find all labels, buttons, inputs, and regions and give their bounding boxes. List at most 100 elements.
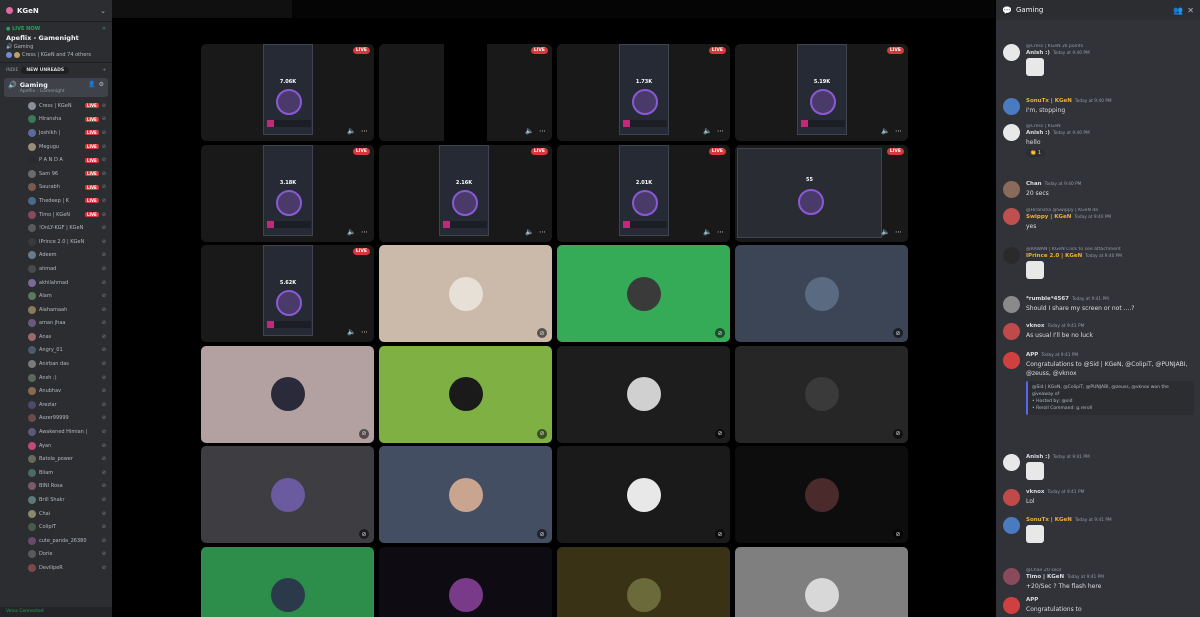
voice-user-row[interactable]: Angry_01 ⊘: [0, 344, 112, 358]
voice-user-row[interactable]: Alam ⊘: [0, 289, 112, 303]
more-options-icon[interactable]: ⋯: [361, 127, 368, 135]
camera-tile[interactable]: ⊘: [379, 546, 552, 617]
voice-user-row[interactable]: Aszer99999 ⊘: [0, 412, 112, 426]
camera-tile[interactable]: ⊘: [735, 446, 908, 543]
more-options-icon[interactable]: ⋯: [895, 127, 902, 135]
voice-user-row[interactable]: !OnLY-KGF | KGeN ⊘: [0, 221, 112, 235]
stream-tile[interactable]: 2.01K LIVE 🔈 ⋯: [557, 144, 730, 242]
voice-user-row[interactable]: Ayan ⊘: [0, 439, 112, 453]
camera-tile[interactable]: ⊘: [379, 446, 552, 543]
message-image[interactable]: [1026, 58, 1044, 76]
voice-user-row[interactable]: Cress | KGeN LIVE ⊘: [0, 99, 112, 113]
chat-message[interactable]: APP Today at 9:41 PM Congratulations to @S…: [996, 352, 1200, 415]
voice-user-row[interactable]: Chai ⊘: [0, 507, 112, 521]
gear-icon[interactable]: ⚙: [99, 81, 104, 88]
voice-user-row[interactable]: akhilahmad ⊘: [0, 276, 112, 290]
voice-user-row[interactable]: Ansh :) ⊘: [0, 371, 112, 385]
chat-message[interactable]: vknox Today at 9:41 PM Lol: [996, 489, 1200, 506]
reply-preview[interactable]: @Chan 20 secs: [1026, 568, 1196, 573]
stream-tile[interactable]: 55 LIVE 🔈 ⋯: [735, 144, 908, 242]
chat-message[interactable]: vknox Today at 9:41 PM As usual I'll be no…: [996, 323, 1200, 340]
volume-icon[interactable]: 🔈: [703, 228, 712, 236]
add-channel-icon[interactable]: +: [102, 68, 106, 73]
camera-tile[interactable]: ⊘: [735, 546, 908, 617]
volume-icon[interactable]: 🔈: [347, 127, 356, 135]
stream-tile[interactable]: 1.73K LIVE 🔈 ⋯: [557, 44, 730, 141]
more-options-icon[interactable]: ⋯: [895, 228, 902, 236]
voice-user-row[interactable]: P A N D A LIVE ⊘: [0, 153, 112, 167]
voice-user-row[interactable]: Brill Shakr ⊘: [0, 493, 112, 507]
more-options-icon[interactable]: ⋯: [717, 127, 724, 135]
reply-preview[interactable]: @Cress | KGeN 2k points: [1026, 44, 1196, 49]
volume-icon[interactable]: 🔈: [525, 228, 534, 236]
reply-preview[interactable]: @Cress | KGeN: [1026, 124, 1196, 129]
voice-user-row[interactable]: Anirban das ⊘: [0, 357, 112, 371]
voice-user-row[interactable]: Anubhav ⊘: [0, 384, 112, 398]
camera-tile[interactable]: ⊘: [379, 345, 552, 443]
volume-icon[interactable]: 🔈: [347, 328, 356, 336]
chat-message[interactable]: SonuTx | KGeN Today at 9:41 PM: [996, 517, 1200, 543]
camera-tile[interactable]: ⊘: [557, 546, 730, 617]
voice-user-row[interactable]: BINI Rosa ⊘: [0, 480, 112, 494]
camera-tile[interactable]: ⊘: [735, 245, 908, 342]
people-icon[interactable]: 👥: [1173, 6, 1183, 15]
camera-tile[interactable]: ⊘: [735, 345, 908, 443]
voice-user-row[interactable]: Saurabh LIVE ⊘: [0, 181, 112, 195]
chat-message[interactable]: Chan Today at 9:40 PM 20 secs: [996, 181, 1200, 198]
volume-icon[interactable]: 🔈: [881, 127, 890, 135]
camera-tile[interactable]: ⊘: [201, 446, 374, 543]
more-options-icon[interactable]: ⋯: [361, 228, 368, 236]
close-icon[interactable]: ✕: [1187, 6, 1194, 15]
voice-user-row[interactable]: aman jhaa ⊘: [0, 317, 112, 331]
chat-message[interactable]: APP Congratulations to: [996, 597, 1200, 614]
chat-message[interactable]: @Cress | KGeN Anish :) Today at 9:40 PM hel…: [996, 124, 1200, 157]
voice-user-row[interactable]: ColipiT ⊘: [0, 520, 112, 534]
chevron-down-icon[interactable]: ⌄: [100, 7, 106, 15]
voice-user-row[interactable]: Joshikh | LIVE ⊘: [0, 126, 112, 140]
voice-user-row[interactable]: Adeem ⊘: [0, 249, 112, 263]
voice-user-row[interactable]: Timo | KGeN LIVE ⊘: [0, 208, 112, 222]
voice-user-row[interactable]: Dorie ⊘: [0, 548, 112, 562]
voice-user-row[interactable]: Hiransha LIVE ⊘: [0, 113, 112, 127]
volume-icon[interactable]: 🔈: [525, 127, 534, 135]
camera-tile[interactable]: ⊘: [557, 446, 730, 543]
stream-tile[interactable]: LIVE 🔈 ⋯: [379, 44, 552, 141]
volume-icon[interactable]: 🔈: [881, 228, 890, 236]
voice-user-row[interactable]: IPrince 2.0 | KGeN ⊘: [0, 235, 112, 249]
voice-user-row[interactable]: Alahamaah ⊘: [0, 303, 112, 317]
chat-message[interactable]: Anish :) Today at 9:41 PM: [996, 454, 1200, 480]
voice-user-row[interactable]: Sam 96 LIVE ⊘: [0, 167, 112, 181]
more-options-icon[interactable]: ⋯: [539, 228, 546, 236]
stream-tile[interactable]: 5.62K LIVE 🔈 ⋯: [201, 245, 374, 342]
voice-user-row[interactable]: Thedeep | K LIVE ⊘: [0, 194, 112, 208]
reply-preview[interactable]: @Hiransha @Swippy | KGeN da: [1026, 208, 1196, 213]
voice-user-row[interactable]: Bilam ⊘: [0, 466, 112, 480]
message-image[interactable]: [1026, 462, 1044, 480]
camera-tile[interactable]: ⊘: [201, 345, 374, 443]
more-options-icon[interactable]: ⋯: [539, 127, 546, 135]
invite-icon[interactable]: 👤: [88, 81, 95, 88]
voice-user-row[interactable]: Arezlar ⊘: [0, 398, 112, 412]
stream-tile[interactable]: 7.06K LIVE 🔈 ⋯: [201, 44, 374, 141]
more-options-icon[interactable]: ⋯: [717, 228, 724, 236]
chat-message[interactable]: @Hiransha @Swippy | KGeN da Swippy | KGeN…: [996, 208, 1200, 231]
volume-icon[interactable]: 🔈: [703, 127, 712, 135]
camera-tile[interactable]: ⊘: [201, 546, 374, 617]
live-now-panel[interactable]: ● LIVE NOW ✕ Apeflix - Gamenight 🔊 Gamin…: [0, 22, 112, 63]
stream-tile[interactable]: 2.16K LIVE 🔈 ⋯: [379, 144, 552, 242]
more-options-icon[interactable]: ⋯: [361, 328, 368, 336]
message-image[interactable]: [1026, 525, 1044, 543]
server-header[interactable]: KGeN ⌄: [0, 0, 112, 22]
chat-message[interactable]: SonuTx | KGeN Today at 9:40 PM I'm, stoppi…: [996, 98, 1200, 115]
voice-channel-gaming[interactable]: 🔊 Gaming Apeflix - Gamenight 👤 ⚙: [4, 78, 108, 97]
voice-user-row[interactable]: Batola_power ⊘: [0, 452, 112, 466]
camera-tile[interactable]: ⊘: [557, 345, 730, 443]
voice-user-row[interactable]: cute_panda_26380 ⊘: [0, 534, 112, 548]
reaction-chip[interactable]: 👏 1: [1026, 149, 1045, 157]
category-row[interactable]: INDIE NEW UNREADS +: [0, 63, 112, 76]
new-unreads-pill[interactable]: NEW UNREADS: [21, 67, 70, 74]
voice-user-row[interactable]: ahmad ⊘: [0, 262, 112, 276]
voice-user-row[interactable]: DevilipeR ⊘: [0, 561, 112, 575]
reply-preview[interactable]: @RAWAN | KGeN Click to see attachment: [1026, 247, 1196, 252]
chat-message[interactable]: *rumble*4567 Today at 9:41 PM Should I sha…: [996, 296, 1200, 313]
